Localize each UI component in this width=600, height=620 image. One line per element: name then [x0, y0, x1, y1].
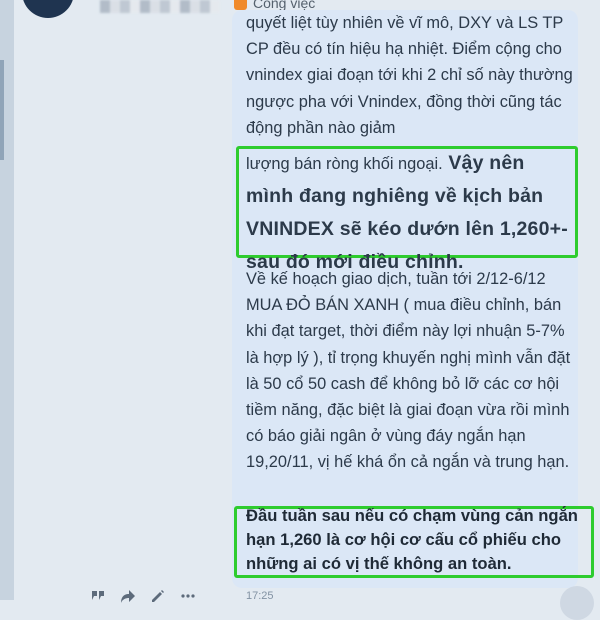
message-paragraph-2: lượng bán ròng khối ngoại. Vậy nên mình …	[246, 147, 576, 279]
avatar[interactable]	[22, 0, 74, 18]
message-actions	[90, 588, 196, 604]
sender-name-blurred	[100, 0, 220, 13]
left-panel-edge	[0, 0, 14, 600]
left-panel-marker	[0, 60, 4, 160]
message-paragraph-1: quyết liệt tùy nhiên về vĩ mô, DXY và LS…	[246, 14, 573, 137]
quote-icon[interactable]	[90, 588, 106, 604]
message-paragraph-4: Đầu tuần sau nếu có chạm vùng cản ngắn h…	[246, 506, 578, 573]
message-time: 17:25	[246, 590, 274, 602]
paragraph-2-normal: lượng bán ròng khối ngoại.	[246, 155, 443, 173]
message-paragraph-3: Về kế hoạch giao dịch, tuần tới 2/12-6/1…	[246, 270, 571, 472]
more-icon[interactable]	[180, 588, 196, 604]
edit-icon[interactable]	[150, 588, 166, 604]
briefcase-icon	[234, 0, 247, 10]
forward-icon[interactable]	[120, 588, 136, 604]
scroll-down-button[interactable]	[560, 586, 594, 620]
